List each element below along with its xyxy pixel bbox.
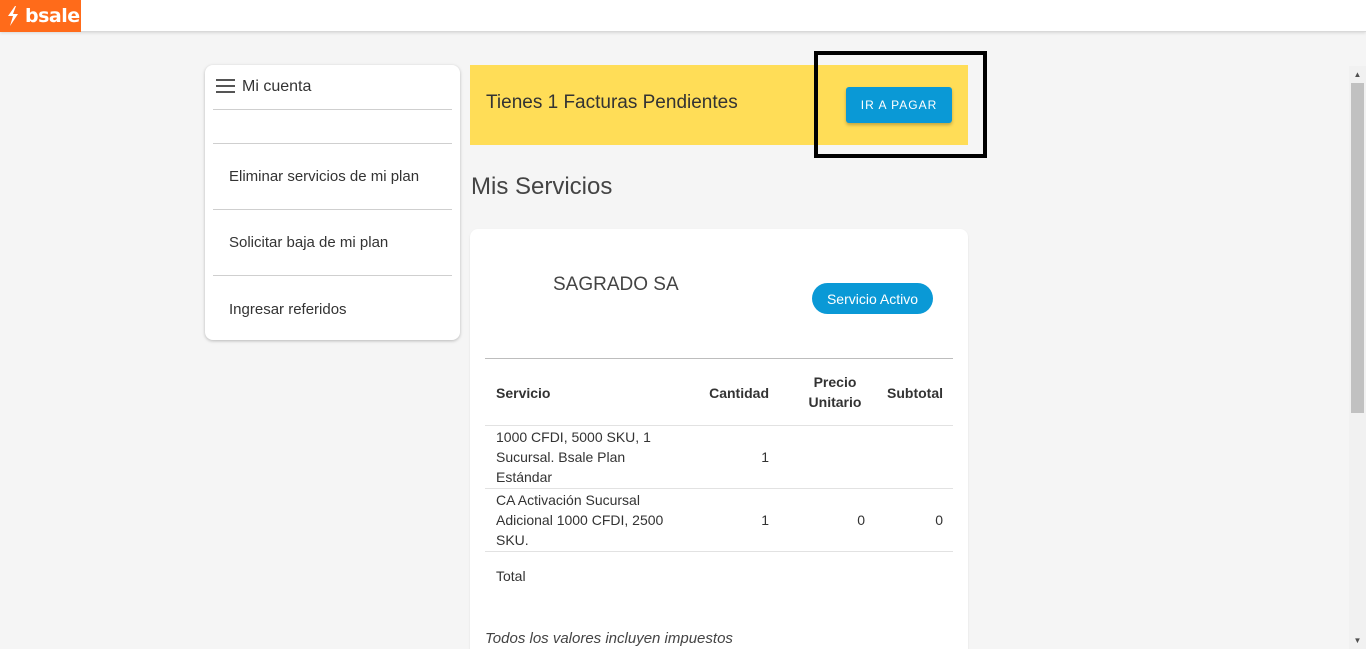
scrollbar[interactable]: ▲ ▼ xyxy=(1349,66,1366,649)
account-sidebar: Mi cuenta Eliminar servicios de mi plan … xyxy=(205,65,460,340)
sidebar-header[interactable]: Mi cuenta xyxy=(213,65,452,110)
hamburger-menu-icon[interactable] xyxy=(216,79,235,93)
sidebar-title: Mi cuenta xyxy=(242,78,312,95)
pay-button[interactable]: IR A PAGAR xyxy=(846,87,952,123)
bsale-logo-icon xyxy=(8,6,18,26)
bsale-logo[interactable]: bsale xyxy=(0,0,81,32)
sidebar-item-remove-services[interactable]: Eliminar servicios de mi plan xyxy=(213,144,452,210)
column-header-subtotal: Subtotal xyxy=(887,385,943,401)
scroll-down-arrow-icon[interactable]: ▼ xyxy=(1349,632,1366,649)
table-row: CA Activación Sucursal Adicional 1000 CF… xyxy=(485,489,953,552)
service-cell: CA Activación Sucursal Adicional 1000 CF… xyxy=(496,492,664,548)
table-total-row: Total xyxy=(485,552,953,602)
tax-note: Todos los valores incluyen impuestos xyxy=(485,630,733,647)
services-table: Servicio Cantidad Precio Unitario Subtot… xyxy=(485,359,953,602)
column-header-quantity: Cantidad xyxy=(709,385,769,401)
total-label: Total xyxy=(496,568,526,584)
top-bar: bsale xyxy=(0,0,1366,32)
sidebar-spacer xyxy=(213,110,452,144)
service-card: SAGRADO SA Servicio Activo Servicio Cant… xyxy=(470,229,968,649)
sidebar-item-label: Eliminar servicios de mi plan xyxy=(229,168,420,185)
company-name: SAGRADO SA xyxy=(553,274,679,295)
quantity-cell: 1 xyxy=(761,449,769,465)
pending-invoices-text: Tienes 1 Facturas Pendientes xyxy=(486,92,738,113)
column-header-service: Servicio xyxy=(496,385,551,401)
page-title: Mis Servicios xyxy=(471,173,613,200)
subtotal-cell: 0 xyxy=(935,512,943,528)
logo-text: bsale xyxy=(25,4,80,27)
sidebar-item-label: Ingresar referidos xyxy=(229,300,347,318)
column-header-unit-price: Precio Unitario xyxy=(808,374,862,410)
status-badge: Servicio Activo xyxy=(812,283,933,314)
unit-price-cell: 0 xyxy=(857,512,865,528)
pending-invoices-banner: Tienes 1 Facturas Pendientes IR A PAGAR xyxy=(470,65,968,145)
sidebar-item-label: Solicitar baja de mi plan xyxy=(229,234,389,251)
table-row: 1000 CFDI, 5000 SKU, 1 Sucursal. Bsale P… xyxy=(485,426,953,489)
scroll-up-arrow-icon[interactable]: ▲ xyxy=(1349,66,1366,83)
table-header: Servicio Cantidad Precio Unitario Subtot… xyxy=(485,359,953,426)
scrollbar-thumb[interactable] xyxy=(1351,83,1364,413)
service-cell: 1000 CFDI, 5000 SKU, 1 Sucursal. Bsale P… xyxy=(496,429,651,485)
sidebar-item-referrals[interactable]: Ingresar referidos xyxy=(213,276,452,342)
sidebar-item-cancel-plan[interactable]: Solicitar baja de mi plan xyxy=(213,210,452,276)
quantity-cell: 1 xyxy=(761,512,769,528)
